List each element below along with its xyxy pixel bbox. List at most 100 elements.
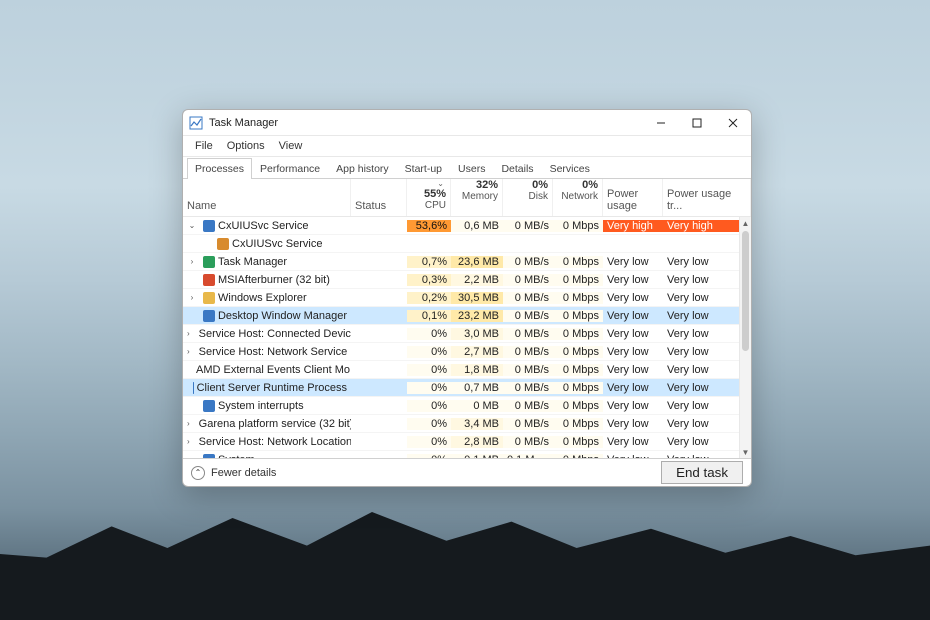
maximize-button[interactable] xyxy=(679,110,715,136)
memory-cell: 0,1 MB xyxy=(451,454,503,459)
power-usage-cell: Very low xyxy=(603,400,663,412)
table-row[interactable]: CxUIUSvc Service xyxy=(183,235,751,253)
table-row[interactable]: ›Garena platform service (32 bit)0%3,4 M… xyxy=(183,415,751,433)
process-icon xyxy=(203,454,215,459)
tab-performance[interactable]: Performance xyxy=(252,158,328,179)
header-cpu[interactable]: ⌄ 55% CPU xyxy=(407,179,451,216)
process-name: Garena platform service (32 bit) xyxy=(199,418,351,430)
table-row[interactable]: ⌄CxUIUSvc Service53,6%0,6 MB0 MB/s0 Mbps… xyxy=(183,217,751,235)
power-usage-cell: Very low xyxy=(603,310,663,322)
close-button[interactable] xyxy=(715,110,751,136)
scrollbar-thumb[interactable] xyxy=(742,231,749,351)
menu-options[interactable]: Options xyxy=(221,138,271,154)
table-row[interactable]: System interrupts0%0 MB0 MB/s0 MbpsVery … xyxy=(183,397,751,415)
end-task-button[interactable]: End task xyxy=(661,461,743,484)
wallpaper-mountains xyxy=(0,500,930,620)
process-name-cell: MSIAfterburner (32 bit) xyxy=(183,274,351,286)
process-name-cell: ›Task Manager xyxy=(183,256,351,268)
expander-icon[interactable]: › xyxy=(187,347,190,356)
fewer-details-button[interactable]: ⌃ Fewer details xyxy=(191,466,276,480)
table-row[interactable]: ›Service Host: Network Service0%2,7 MB0 … xyxy=(183,343,751,361)
power-usage-trend-cell: Very low xyxy=(663,256,751,268)
table-row[interactable]: Desktop Window Manager0,1%23,2 MB0 MB/s0… xyxy=(183,307,751,325)
header-disk[interactable]: 0% Disk xyxy=(503,179,553,216)
cpu-cell: 0,2% xyxy=(407,292,451,304)
power-usage-trend-cell: Very low xyxy=(663,328,751,340)
power-usage-cell: Very low xyxy=(603,256,663,268)
power-usage-cell: Very low xyxy=(603,454,663,459)
tab-processes[interactable]: Processes xyxy=(187,158,252,179)
menu-file[interactable]: File xyxy=(189,138,219,154)
process-name-cell: ›Windows Explorer xyxy=(183,292,351,304)
table-row[interactable]: MSIAfterburner (32 bit)0,3%2,2 MB0 MB/s0… xyxy=(183,271,751,289)
tab-users[interactable]: Users xyxy=(450,158,493,179)
process-name: Client Server Runtime Process xyxy=(197,382,347,394)
header-status[interactable]: Status xyxy=(351,179,407,216)
expander-icon[interactable]: ⌄ xyxy=(187,221,197,230)
power-usage-cell: Very low xyxy=(603,292,663,304)
memory-cell: 3,4 MB xyxy=(451,418,503,430)
disk-cell: 0 MB/s xyxy=(503,364,553,376)
scrollbar-track[interactable]: ▲ ▼ xyxy=(739,217,751,458)
memory-cell: 0 MB xyxy=(451,400,503,412)
header-name[interactable]: Name xyxy=(183,179,351,216)
disk-cell: 0 MB/s xyxy=(503,382,553,394)
process-list: ⌄CxUIUSvc Service53,6%0,6 MB0 MB/s0 Mbps… xyxy=(183,217,751,458)
process-name-cell: CxUIUSvc Service xyxy=(183,238,351,250)
tab-services[interactable]: Services xyxy=(542,158,598,179)
disk-cell: 0,1 MB/s xyxy=(503,454,553,459)
expander-icon[interactable]: › xyxy=(187,419,190,428)
disk-cell: 0 MB/s xyxy=(503,346,553,358)
memory-cell: 30,5 MB xyxy=(451,292,503,304)
titlebar[interactable]: Task Manager xyxy=(183,110,751,136)
minimize-button[interactable] xyxy=(643,110,679,136)
power-usage-cell: Very high xyxy=(603,220,663,232)
network-cell: 0 Mbps xyxy=(553,454,603,459)
power-usage-trend-cell: Very low xyxy=(663,292,751,304)
table-row[interactable]: ›Task Manager0,7%23,6 MB0 MB/s0 MbpsVery… xyxy=(183,253,751,271)
disk-cell: 0 MB/s xyxy=(503,292,553,304)
scroll-down-icon[interactable]: ▼ xyxy=(740,446,751,458)
cpu-cell: 0% xyxy=(407,454,451,459)
expander-icon[interactable]: › xyxy=(187,329,190,338)
table-row[interactable]: ›Service Host: Network Location ...0%2,8… xyxy=(183,433,751,451)
table-row[interactable]: AMD External Events Client Mo...0%1,8 MB… xyxy=(183,361,751,379)
scroll-up-icon[interactable]: ▲ xyxy=(740,217,751,229)
memory-cell: 2,7 MB xyxy=(451,346,503,358)
expander-icon[interactable]: › xyxy=(187,437,190,446)
window-title: Task Manager xyxy=(209,117,278,129)
table-row[interactable]: ›Windows Explorer0,2%30,5 MB0 MB/s0 Mbps… xyxy=(183,289,751,307)
tab-startup[interactable]: Start-up xyxy=(397,158,450,179)
process-name-cell: System xyxy=(183,454,351,459)
table-row[interactable]: System0%0,1 MB0,1 MB/s0 MbpsVery lowVery… xyxy=(183,451,751,458)
cpu-cell: 0% xyxy=(407,346,451,358)
process-icon xyxy=(203,256,215,268)
disk-cell: 0 MB/s xyxy=(503,418,553,430)
process-icon xyxy=(203,400,215,412)
cpu-cell: 0% xyxy=(407,436,451,448)
process-name: Desktop Window Manager xyxy=(218,310,347,322)
menu-view[interactable]: View xyxy=(273,138,309,154)
expander-icon[interactable]: › xyxy=(187,293,197,302)
power-usage-trend-cell: Very low xyxy=(663,310,751,322)
table-row[interactable]: Client Server Runtime Process0%0,7 MB0 M… xyxy=(183,379,751,397)
network-cell: 0 Mbps xyxy=(553,256,603,268)
header-power-usage-trend[interactable]: Power usage tr... xyxy=(663,179,751,216)
power-usage-trend-cell: Very low xyxy=(663,454,751,459)
expander-icon[interactable]: › xyxy=(187,257,197,266)
column-headers: Name Status ⌄ 55% CPU 32% Memory 0% Disk… xyxy=(183,179,751,217)
tab-details[interactable]: Details xyxy=(493,158,541,179)
tab-app-history[interactable]: App history xyxy=(328,158,397,179)
window-controls xyxy=(643,110,751,136)
power-usage-cell: Very low xyxy=(603,436,663,448)
disk-cell: 0 MB/s xyxy=(503,328,553,340)
process-name-cell: System interrupts xyxy=(183,400,351,412)
power-usage-cell: Very low xyxy=(603,274,663,286)
disk-cell: 0 MB/s xyxy=(503,220,553,232)
header-network[interactable]: 0% Network xyxy=(553,179,603,216)
process-name: CxUIUSvc Service xyxy=(232,238,322,250)
table-row[interactable]: ›Service Host: Connected Device...0%3,0 … xyxy=(183,325,751,343)
header-memory[interactable]: 32% Memory xyxy=(451,179,503,216)
header-power-usage[interactable]: Power usage xyxy=(603,179,663,216)
network-cell: 0 Mbps xyxy=(553,346,603,358)
